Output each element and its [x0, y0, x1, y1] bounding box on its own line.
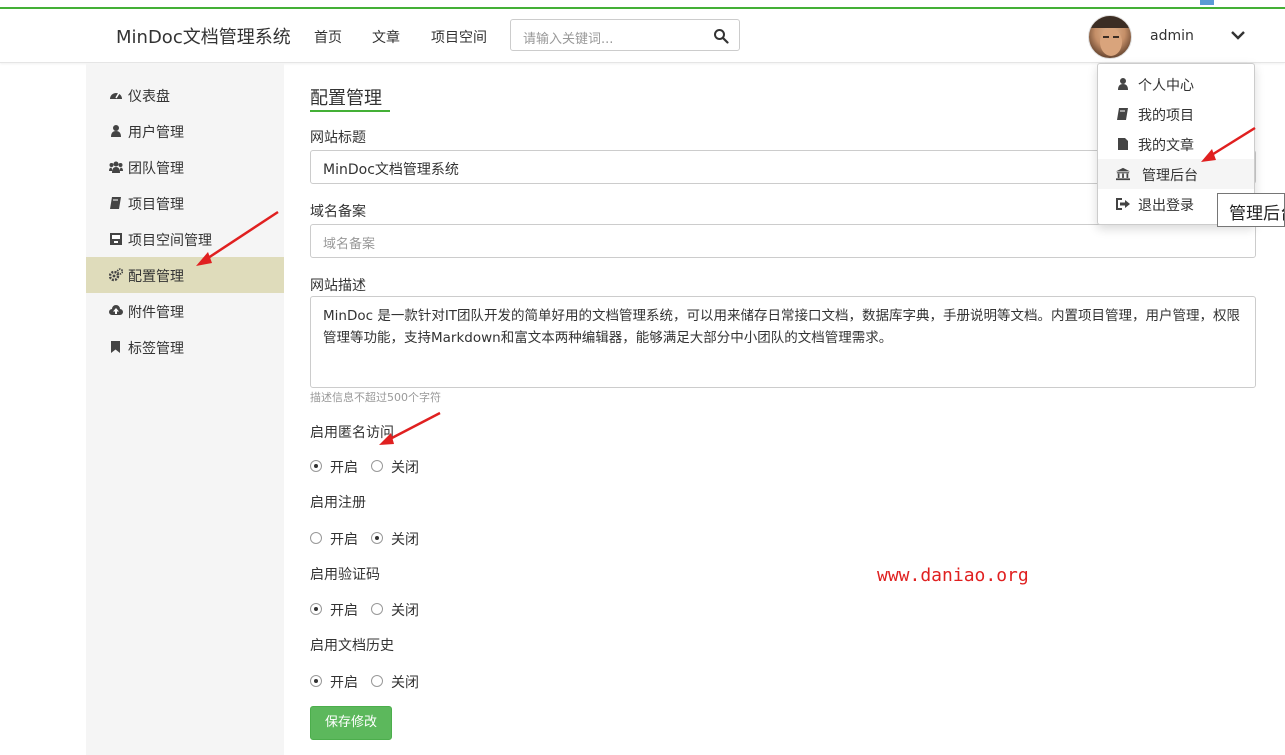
register-on-radio[interactable] [310, 532, 322, 544]
menu-item-label: 管理后台 [1142, 168, 1198, 184]
page-title: 配置管理 [310, 88, 382, 109]
sidebar-item-projects[interactable]: 项目管理 [86, 185, 284, 221]
watermark-text: www.daniao.org [877, 565, 1029, 586]
register-on-label[interactable]: 开启 [330, 529, 358, 549]
sidebar-item-label: 项目管理 [128, 197, 184, 213]
doc-history-label: 启用文档历史 [310, 638, 394, 654]
doc-history-off-label[interactable]: 关闭 [391, 672, 419, 692]
sidebar-item-label: 仪表盘 [128, 89, 170, 105]
menu-item-label: 退出登录 [1138, 198, 1194, 214]
page-title-underline [310, 110, 390, 112]
description-value: MinDoc 是一款针对IT团队开发的简单好用的文档管理系统，可以用来储存日常接… [323, 308, 1241, 346]
user-icon [1118, 78, 1128, 90]
search-input[interactable]: 请输入关键词... [510, 19, 740, 51]
menu-item-label: 我的文章 [1138, 138, 1194, 154]
nav-spaces-link[interactable]: 项目空间 [431, 27, 487, 47]
captcha-off-radio[interactable] [371, 603, 383, 615]
menu-item-my-projects[interactable]: 我的项目 [1098, 99, 1254, 129]
sidebar-item-label: 用户管理 [128, 125, 184, 141]
sidebar-item-teams[interactable]: 团队管理 [86, 149, 284, 185]
sidebar-item-label: 团队管理 [128, 161, 184, 177]
avatar[interactable] [1088, 15, 1132, 59]
register-off-radio[interactable] [371, 532, 383, 544]
users-icon [109, 161, 123, 173]
chevron-down-icon[interactable] [1230, 29, 1246, 41]
sign-out-icon [1116, 198, 1130, 210]
cogs-icon [109, 268, 123, 282]
window-corner-mark [1200, 0, 1214, 5]
bank-icon [1116, 167, 1130, 181]
search-icon[interactable] [713, 28, 729, 44]
sidebar-item-project-spaces[interactable]: 项目空间管理 [86, 221, 284, 257]
top-navbar: MinDoc文档管理系统 首页 文章 项目空间 请输入关键词... admin [0, 9, 1285, 63]
archive-icon [110, 233, 122, 245]
menu-item-label: 个人中心 [1138, 78, 1194, 94]
cloud-upload-icon [109, 305, 123, 315]
user-icon [111, 125, 121, 137]
captcha-label: 启用验证码 [310, 567, 380, 583]
save-button[interactable]: 保存修改 [310, 706, 392, 740]
anonymous-access-label: 启用匿名访问 [310, 425, 394, 441]
register-off-label[interactable]: 关闭 [391, 529, 419, 549]
sidebar-item-users[interactable]: 用户管理 [86, 113, 284, 149]
username[interactable]: admin [1150, 28, 1194, 44]
domain-placeholder: 域名备案 [323, 237, 376, 252]
anonymous-access-on-label[interactable]: 开启 [330, 457, 358, 477]
site-title-label: 网站标题 [310, 130, 366, 146]
doc-history-off-radio[interactable] [371, 675, 383, 687]
nav-articles-link[interactable]: 文章 [372, 27, 400, 47]
menu-item-my-articles[interactable]: 我的文章 [1098, 129, 1254, 159]
site-title-value: MinDoc文档管理系统 [323, 162, 459, 178]
register-label: 启用注册 [310, 495, 366, 511]
sidebar-item-label: 项目空间管理 [128, 233, 212, 249]
admin-tooltip: 管理后台 [1217, 193, 1285, 227]
bookmark-icon [111, 341, 120, 353]
description-label: 网站描述 [310, 278, 366, 294]
admin-sidebar: 仪表盘 用户管理 团队管理 项目管理 项目空间管理 配置管理 附件管理 标签管理 [86, 63, 284, 755]
doc-history-on-radio[interactable] [310, 675, 322, 687]
domain-label: 域名备案 [310, 204, 366, 220]
book-icon [1117, 108, 1128, 120]
menu-item-admin[interactable]: 管理后台 [1098, 159, 1254, 189]
sidebar-item-settings[interactable]: 配置管理 [86, 257, 284, 293]
anonymous-access-off-label[interactable]: 关闭 [391, 457, 419, 477]
doc-history-on-label[interactable]: 开启 [330, 672, 358, 692]
sidebar-item-label: 标签管理 [128, 341, 184, 357]
book-icon [110, 197, 121, 209]
captcha-on-label[interactable]: 开启 [330, 600, 358, 620]
sidebar-item-label: 配置管理 [128, 269, 184, 285]
sidebar-item-attachments[interactable]: 附件管理 [86, 293, 284, 329]
search-placeholder: 请输入关键词... [523, 32, 614, 47]
menu-item-profile[interactable]: 个人中心 [1098, 69, 1254, 99]
anonymous-access-on-radio[interactable] [310, 460, 322, 472]
domain-field[interactable]: 域名备案 [310, 224, 1256, 258]
captcha-off-label[interactable]: 关闭 [391, 600, 419, 620]
menu-item-label: 我的项目 [1138, 108, 1194, 124]
file-icon [1118, 138, 1128, 150]
dashboard-icon [110, 92, 122, 99]
brand-title[interactable]: MinDoc文档管理系统 [116, 23, 291, 49]
nav-home-link[interactable]: 首页 [314, 27, 342, 47]
sidebar-item-label: 附件管理 [128, 305, 184, 321]
sidebar-item-dashboard[interactable]: 仪表盘 [86, 77, 284, 113]
sidebar-item-tags[interactable]: 标签管理 [86, 329, 284, 365]
captcha-on-radio[interactable] [310, 603, 322, 615]
anonymous-access-off-radio[interactable] [371, 460, 383, 472]
description-hint: 描述信息不超过500个字符 [310, 391, 441, 404]
description-textarea[interactable]: MinDoc 是一款针对IT团队开发的简单好用的文档管理系统，可以用来储存日常接… [310, 296, 1256, 388]
